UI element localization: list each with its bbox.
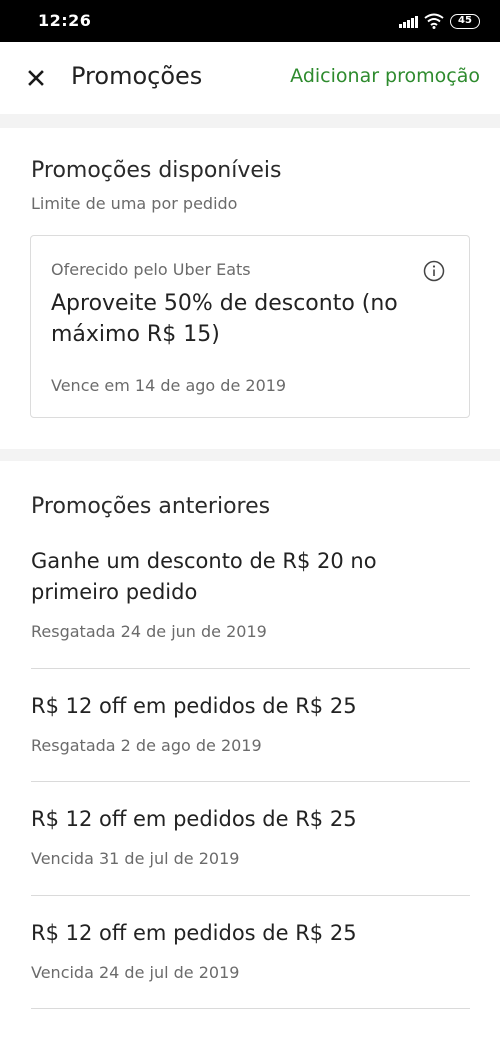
divider [31, 668, 470, 669]
past-promo-title: Ganhe um desconto de R$ 20 no primeiro p… [31, 549, 377, 604]
status-time: 12:26 [38, 11, 92, 30]
wifi-icon [424, 13, 444, 29]
divider [31, 1008, 470, 1009]
status-icons: 45 [399, 12, 480, 30]
battery-icon: 45 [450, 13, 480, 29]
past-promo-date: Resgatada 2 de ago de 2019 [31, 736, 262, 755]
list-item[interactable]: R$ 12 off em pedidos de R$ 25 Vencida 24… [31, 918, 471, 982]
close-icon [28, 70, 44, 86]
add-promotion-button[interactable]: Adicionar promoção [290, 65, 480, 87]
page-title: Promoções [71, 62, 203, 90]
promo-offered-by: Oferecido pelo Uber Eats [51, 260, 251, 279]
divider [31, 781, 470, 782]
battery-level: 45 [458, 15, 472, 26]
list-item[interactable]: Ganhe um desconto de R$ 20 no primeiro p… [31, 546, 471, 641]
close-button[interactable] [22, 64, 50, 92]
past-promo-title: R$ 12 off em pedidos de R$ 25 [31, 921, 357, 945]
divider [31, 895, 470, 896]
list-item[interactable]: R$ 12 off em pedidos de R$ 25 Resgatada … [31, 691, 471, 755]
info-icon[interactable] [423, 260, 445, 282]
promo-title: Aproveite 50% de desconto (no máximo R$ … [51, 291, 398, 347]
previous-heading: Promoções anteriores [31, 494, 271, 519]
past-promo-date: Vencida 24 de jul de 2019 [31, 963, 240, 982]
list-item[interactable]: R$ 12 off em pedidos de R$ 25 Vencida 31… [31, 804, 471, 868]
past-promo-title: R$ 12 off em pedidos de R$ 25 [31, 694, 357, 718]
status-bar: 12:26 45 [0, 0, 500, 42]
past-promo-date: Vencida 31 de jul de 2019 [31, 849, 240, 868]
promo-expiration: Vence em 14 de ago de 2019 [51, 376, 287, 395]
past-promo-date: Resgatada 24 de jun de 2019 [31, 622, 267, 641]
section-gap [0, 449, 500, 461]
app-header: Promoções Adicionar promoção [0, 42, 500, 114]
past-promo-title: R$ 12 off em pedidos de R$ 25 [31, 807, 357, 831]
signal-icon [399, 14, 418, 28]
promo-card[interactable]: Oferecido pelo Uber Eats Aproveite 50% d… [30, 235, 470, 418]
section-gap [0, 114, 500, 128]
available-subheading: Limite de uma por pedido [31, 194, 238, 213]
available-heading: Promoções disponíveis [31, 158, 282, 183]
